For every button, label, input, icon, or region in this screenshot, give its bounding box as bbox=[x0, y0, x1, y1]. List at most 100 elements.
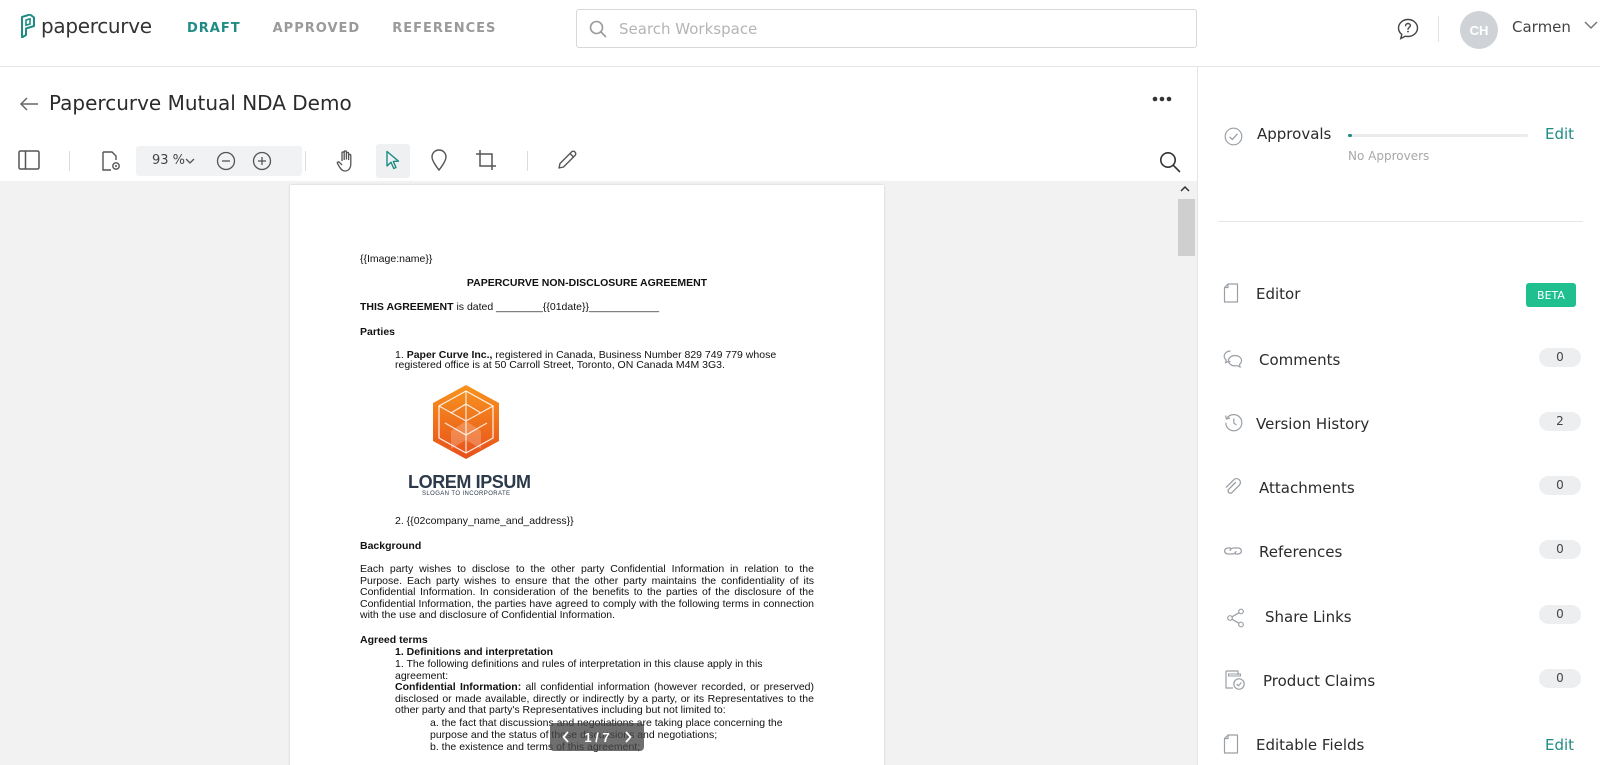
crop-icon[interactable] bbox=[475, 149, 497, 171]
history-clock-icon bbox=[1224, 413, 1243, 432]
paperclip-icon bbox=[1225, 477, 1242, 494]
attachments-label: Attachments bbox=[1259, 479, 1355, 497]
select-cursor-icon[interactable] bbox=[385, 150, 401, 170]
top-bar: papercurve DRAFT APPROVED REFERENCES CH … bbox=[0, 0, 1600, 67]
panel-divider bbox=[1218, 221, 1583, 222]
papercurve-logo[interactable]: papercurve bbox=[19, 14, 152, 38]
toolbar-divider bbox=[305, 151, 306, 171]
nav-references[interactable]: REFERENCES bbox=[392, 21, 496, 36]
approvals-progress-fill bbox=[1348, 134, 1352, 137]
version-history-label: Version History bbox=[1256, 415, 1370, 433]
next-page-button[interactable] bbox=[624, 731, 632, 743]
confidential-info-definition: Confidential Information: all confidenti… bbox=[395, 681, 814, 717]
dated-rest: is dated ________{{01date}}____________ bbox=[453, 301, 660, 313]
party-1-address: registered office is at 50 Carroll Stree… bbox=[395, 359, 725, 371]
definitions-clause: 1. The following definitions and rules o… bbox=[395, 658, 763, 682]
chevron-down-icon[interactable] bbox=[1584, 20, 1598, 30]
panel-item-editable-fields[interactable]: Editable Fields bbox=[1218, 730, 1588, 760]
toolbar-divider bbox=[69, 151, 70, 171]
panel-item-version-history[interactable]: Version History 2 bbox=[1218, 409, 1588, 439]
panel-item-references[interactable]: References 0 bbox=[1218, 537, 1588, 567]
toggle-sidebar-button[interactable] bbox=[18, 150, 40, 170]
references-label: References bbox=[1259, 543, 1343, 561]
location-pin-icon[interactable] bbox=[430, 148, 448, 172]
comments-count: 0 bbox=[1539, 348, 1581, 367]
back-arrow-icon[interactable] bbox=[19, 96, 39, 112]
image-tag-field: {{Image:name}} bbox=[360, 253, 433, 265]
logo-title: LOREM IPSUM bbox=[408, 472, 531, 492]
background-paragraph: Each party wishes to disclose to the oth… bbox=[360, 563, 814, 622]
party-1: 1. Paper Curve Inc., registered in Canad… bbox=[395, 350, 776, 371]
zoom-level[interactable]: 93 % bbox=[152, 153, 185, 168]
scrollbar-thumb[interactable] bbox=[1178, 199, 1195, 256]
dated-line: THIS AGREEMENT is dated ________{{01date… bbox=[360, 301, 659, 313]
papercurve-logo-icon bbox=[21, 14, 35, 38]
editable-fields-edit-link[interactable]: Edit bbox=[1545, 736, 1574, 754]
link-chain-icon bbox=[1223, 547, 1243, 555]
page-settings-button[interactable] bbox=[100, 150, 122, 172]
chevron-right-icon bbox=[624, 731, 632, 743]
definitions-heading: 1. Definitions and interpretation bbox=[395, 646, 554, 658]
chevron-left-icon bbox=[562, 731, 570, 743]
pencil-edit-icon[interactable] bbox=[556, 149, 578, 171]
zoom-out-icon[interactable] bbox=[216, 151, 236, 171]
approvals-edit-link[interactable]: Edit bbox=[1545, 125, 1574, 143]
share-links-label: Share Links bbox=[1265, 608, 1352, 626]
panel-item-product-claims[interactable]: Product Claims 0 bbox=[1218, 666, 1588, 696]
document-page[interactable]: {{Image:name}} PAPERCURVE NON-DISCLOSURE… bbox=[290, 185, 884, 765]
nav-draft[interactable]: DRAFT bbox=[187, 21, 241, 36]
page-navigator: 1 / 7 bbox=[550, 723, 644, 751]
pan-hand-icon[interactable] bbox=[335, 149, 357, 173]
comments-icon bbox=[1223, 350, 1243, 369]
scroll-up-icon[interactable] bbox=[1180, 185, 1190, 193]
avatar[interactable]: CH bbox=[1460, 11, 1498, 49]
chevron-down-icon[interactable] bbox=[185, 157, 195, 165]
editable-fields-label: Editable Fields bbox=[1256, 736, 1365, 754]
beta-badge: BETA bbox=[1526, 283, 1576, 307]
editor-label: Editor bbox=[1256, 285, 1301, 303]
previous-page-button[interactable] bbox=[562, 731, 570, 743]
panel-item-share-links[interactable]: Share Links 0 bbox=[1218, 602, 1588, 632]
document-icon bbox=[1223, 283, 1239, 303]
help-chat-icon[interactable] bbox=[1396, 17, 1420, 41]
panel-item-attachments[interactable]: Attachments 0 bbox=[1218, 473, 1588, 503]
share-icon bbox=[1227, 608, 1244, 628]
document-viewer[interactable]: {{Image:name}} PAPERCURVE NON-DISCLOSURE… bbox=[0, 181, 1197, 765]
viewer-scrollbar[interactable] bbox=[1177, 181, 1197, 765]
page-indicator: 1 / 7 bbox=[584, 729, 610, 745]
product-claims-count: 0 bbox=[1539, 669, 1581, 688]
document-title: Papercurve Mutual NDA Demo bbox=[49, 91, 352, 115]
more-options-icon[interactable] bbox=[1152, 96, 1172, 102]
version-history-count: 2 bbox=[1539, 412, 1581, 431]
company-logo-hexagon-icon bbox=[433, 385, 499, 459]
document-settings-icon bbox=[102, 151, 120, 171]
toolbar-divider bbox=[527, 151, 528, 171]
comments-label: Comments bbox=[1259, 351, 1341, 369]
nav-approved[interactable]: APPROVED bbox=[273, 21, 361, 36]
user-name[interactable]: Carmen bbox=[1512, 18, 1571, 36]
logo-text: papercurve bbox=[41, 14, 152, 38]
search-document-icon[interactable] bbox=[1159, 151, 1181, 173]
definitions-line-1: 1. The following definitions and rules o… bbox=[395, 658, 763, 670]
parties-heading: Parties bbox=[360, 326, 396, 338]
main-nav: DRAFT APPROVED REFERENCES bbox=[187, 21, 496, 36]
attachments-count: 0 bbox=[1539, 476, 1581, 495]
confidential-info-term: Confidential Information: bbox=[395, 681, 522, 693]
no-approvers-text: No Approvers bbox=[1348, 149, 1430, 163]
panel-item-comments[interactable]: Comments 0 bbox=[1218, 345, 1588, 375]
search-icon bbox=[589, 20, 607, 38]
approvals-label: Approvals bbox=[1257, 125, 1332, 143]
approvals-progress-track bbox=[1348, 134, 1528, 137]
dated-bold: THIS AGREEMENT bbox=[360, 301, 454, 313]
search-input[interactable] bbox=[619, 10, 1189, 47]
agreement-heading: PAPERCURVE NON-DISCLOSURE AGREEMENT bbox=[466, 277, 708, 289]
zoom-in-icon[interactable] bbox=[252, 151, 272, 171]
sidebar-panel-icon bbox=[18, 150, 40, 170]
check-circle-icon bbox=[1224, 127, 1243, 146]
topbar-divider bbox=[1438, 16, 1439, 42]
product-claims-label: Product Claims bbox=[1263, 672, 1376, 690]
document-icon bbox=[1223, 734, 1239, 754]
logo-slogan: SLOGAN TO INCORPORATE bbox=[422, 491, 511, 497]
workspace-search bbox=[576, 9, 1197, 48]
agreed-terms-heading: Agreed terms bbox=[360, 634, 428, 646]
